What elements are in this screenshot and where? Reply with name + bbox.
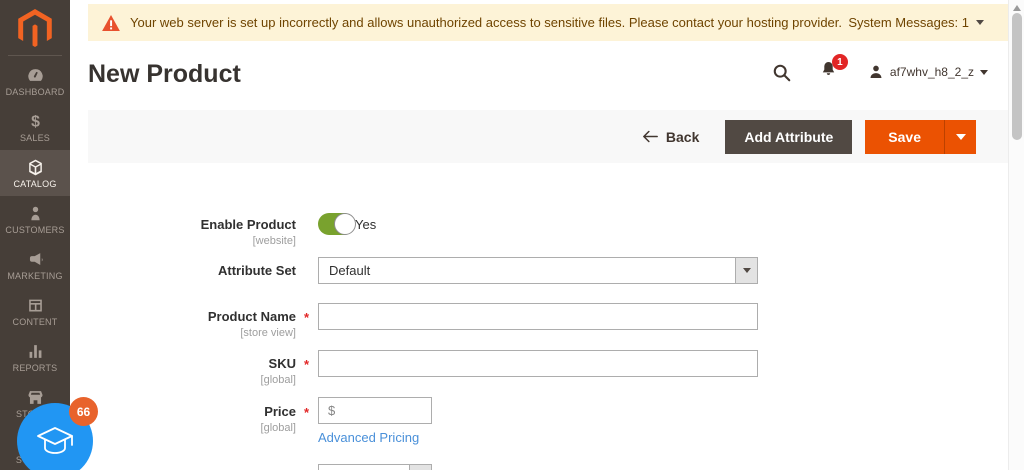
user-account-menu[interactable]: af7whv_h8_2_z [868, 64, 988, 80]
scope-hint: [store view] [240, 327, 296, 339]
sidebar-item-label: MARKETING [7, 270, 63, 281]
sidebar-item-sales[interactable]: $ SALES [0, 104, 70, 150]
sidebar-item-dashboard[interactable]: DASHBOARD [0, 58, 70, 104]
graduation-cap-icon [37, 427, 73, 454]
chevron-down-icon [742, 268, 751, 273]
scrollbar-up-arrow[interactable] [1013, 5, 1021, 11]
header-actions: 1 af7whv_h8_2_z [772, 54, 988, 84]
storefront-icon [28, 390, 42, 404]
tax-class-select-cutoff[interactable] [318, 464, 432, 470]
save-split-button: Save [865, 119, 976, 154]
label-text: Price [264, 404, 296, 419]
selected-value: Default [329, 263, 371, 278]
price-label: Price * [global] [88, 404, 309, 434]
price-field: $ [318, 397, 432, 424]
enable-product-toggle[interactable] [318, 213, 356, 235]
search-button[interactable] [772, 63, 791, 82]
save-button[interactable]: Save [865, 119, 944, 154]
scope-hint: [global] [260, 374, 296, 386]
product-name-input[interactable] [318, 303, 758, 330]
label-text: SKU [268, 356, 296, 371]
chevron-down-icon [980, 69, 988, 75]
page-title: New Product [88, 60, 241, 88]
sidebar-item-customers[interactable]: CUSTOMERS [0, 196, 70, 242]
label-text: Attribute Set [218, 263, 296, 278]
svg-text:$: $ [31, 113, 40, 130]
sidebar-item-marketing[interactable]: MARKETING [0, 242, 70, 288]
username-label: af7whv_h8_2_z [889, 65, 974, 79]
price-input[interactable] [335, 403, 406, 418]
megaphone-icon [29, 252, 43, 265]
magento-logo-icon [18, 9, 52, 47]
sidebar-item-content[interactable]: CONTENT [0, 288, 70, 334]
select-arrow-box [409, 465, 431, 470]
vertical-scrollbar [1008, 0, 1024, 470]
required-marker: * [303, 405, 309, 420]
warning-icon [102, 14, 120, 31]
magento-logo[interactable] [0, 8, 70, 48]
notifications-button[interactable]: 1 [819, 54, 848, 84]
label-text: Product Name [207, 309, 296, 324]
sidebar-item-label: CONTENT [12, 316, 58, 327]
bar-chart-icon [29, 344, 41, 358]
sidebar-item-label: CUSTOMERS [5, 224, 65, 235]
dollar-icon: $ [31, 113, 40, 130]
save-options-button[interactable] [944, 119, 976, 154]
sku-input[interactable] [318, 350, 758, 377]
required-marker: * [303, 357, 309, 372]
notification-count-badge: 1 [831, 54, 848, 70]
chevron-down-icon [955, 133, 966, 140]
help-badge-count: 66 [69, 397, 98, 426]
sidebar-item-label: SALES [19, 132, 51, 143]
arrow-left-icon [642, 130, 658, 143]
sidebar-item-catalog[interactable]: CATALOG [0, 150, 70, 196]
scope-hint: [global] [260, 422, 296, 434]
sidebar-divider [8, 55, 62, 56]
chevron-down-icon [976, 20, 984, 25]
sidebar-item-label: DASHBOARD [5, 86, 65, 97]
person-icon [30, 206, 40, 220]
sku-label: SKU * [global] [88, 356, 309, 386]
system-warning-banner: Your web server is set up incorrectly an… [88, 4, 1008, 41]
sidebar-item-reports[interactable]: REPORTS [0, 334, 70, 380]
product-name-label: Product Name * [store view] [88, 309, 309, 339]
scrollbar-thumb[interactable] [1012, 13, 1022, 140]
banner-message: Your web server is set up incorrectly an… [130, 15, 842, 30]
toggle-value-label: Yes [355, 217, 377, 232]
currency-prefix: $ [328, 403, 336, 418]
enable-product-label: Enable Product [website] [88, 217, 296, 247]
admin-sidebar: DASHBOARD $ SALES CATALOG CUSTOMERS MARK… [0, 0, 70, 470]
toggle-knob [334, 213, 356, 235]
gauge-icon [27, 68, 43, 81]
sidebar-item-label: CATALOG [13, 178, 57, 189]
back-button[interactable]: Back [642, 128, 700, 145]
help-widget-button[interactable]: 66 [17, 397, 98, 470]
user-icon [870, 65, 882, 78]
system-messages-dropdown[interactable]: System Messages: 1 [848, 15, 984, 30]
page-actions-toolbar: Back Add Attribute Save [88, 110, 1008, 163]
cube-icon [28, 159, 42, 175]
system-messages-label: System Messages: 1 [848, 15, 969, 30]
search-icon [773, 64, 791, 81]
advanced-pricing-link[interactable]: Advanced Pricing [318, 430, 419, 445]
scope-hint: [website] [252, 235, 296, 247]
layout-icon [28, 299, 42, 311]
back-label: Back [665, 128, 700, 145]
select-arrow-box [735, 258, 757, 283]
required-marker: * [303, 310, 309, 325]
sidebar-item-label: REPORTS [12, 362, 58, 373]
label-text: Enable Product [200, 217, 296, 232]
attribute-set-select[interactable]: Default [318, 257, 758, 284]
add-attribute-button[interactable]: Add Attribute [725, 119, 853, 154]
attribute-set-label: Attribute Set [88, 263, 296, 278]
